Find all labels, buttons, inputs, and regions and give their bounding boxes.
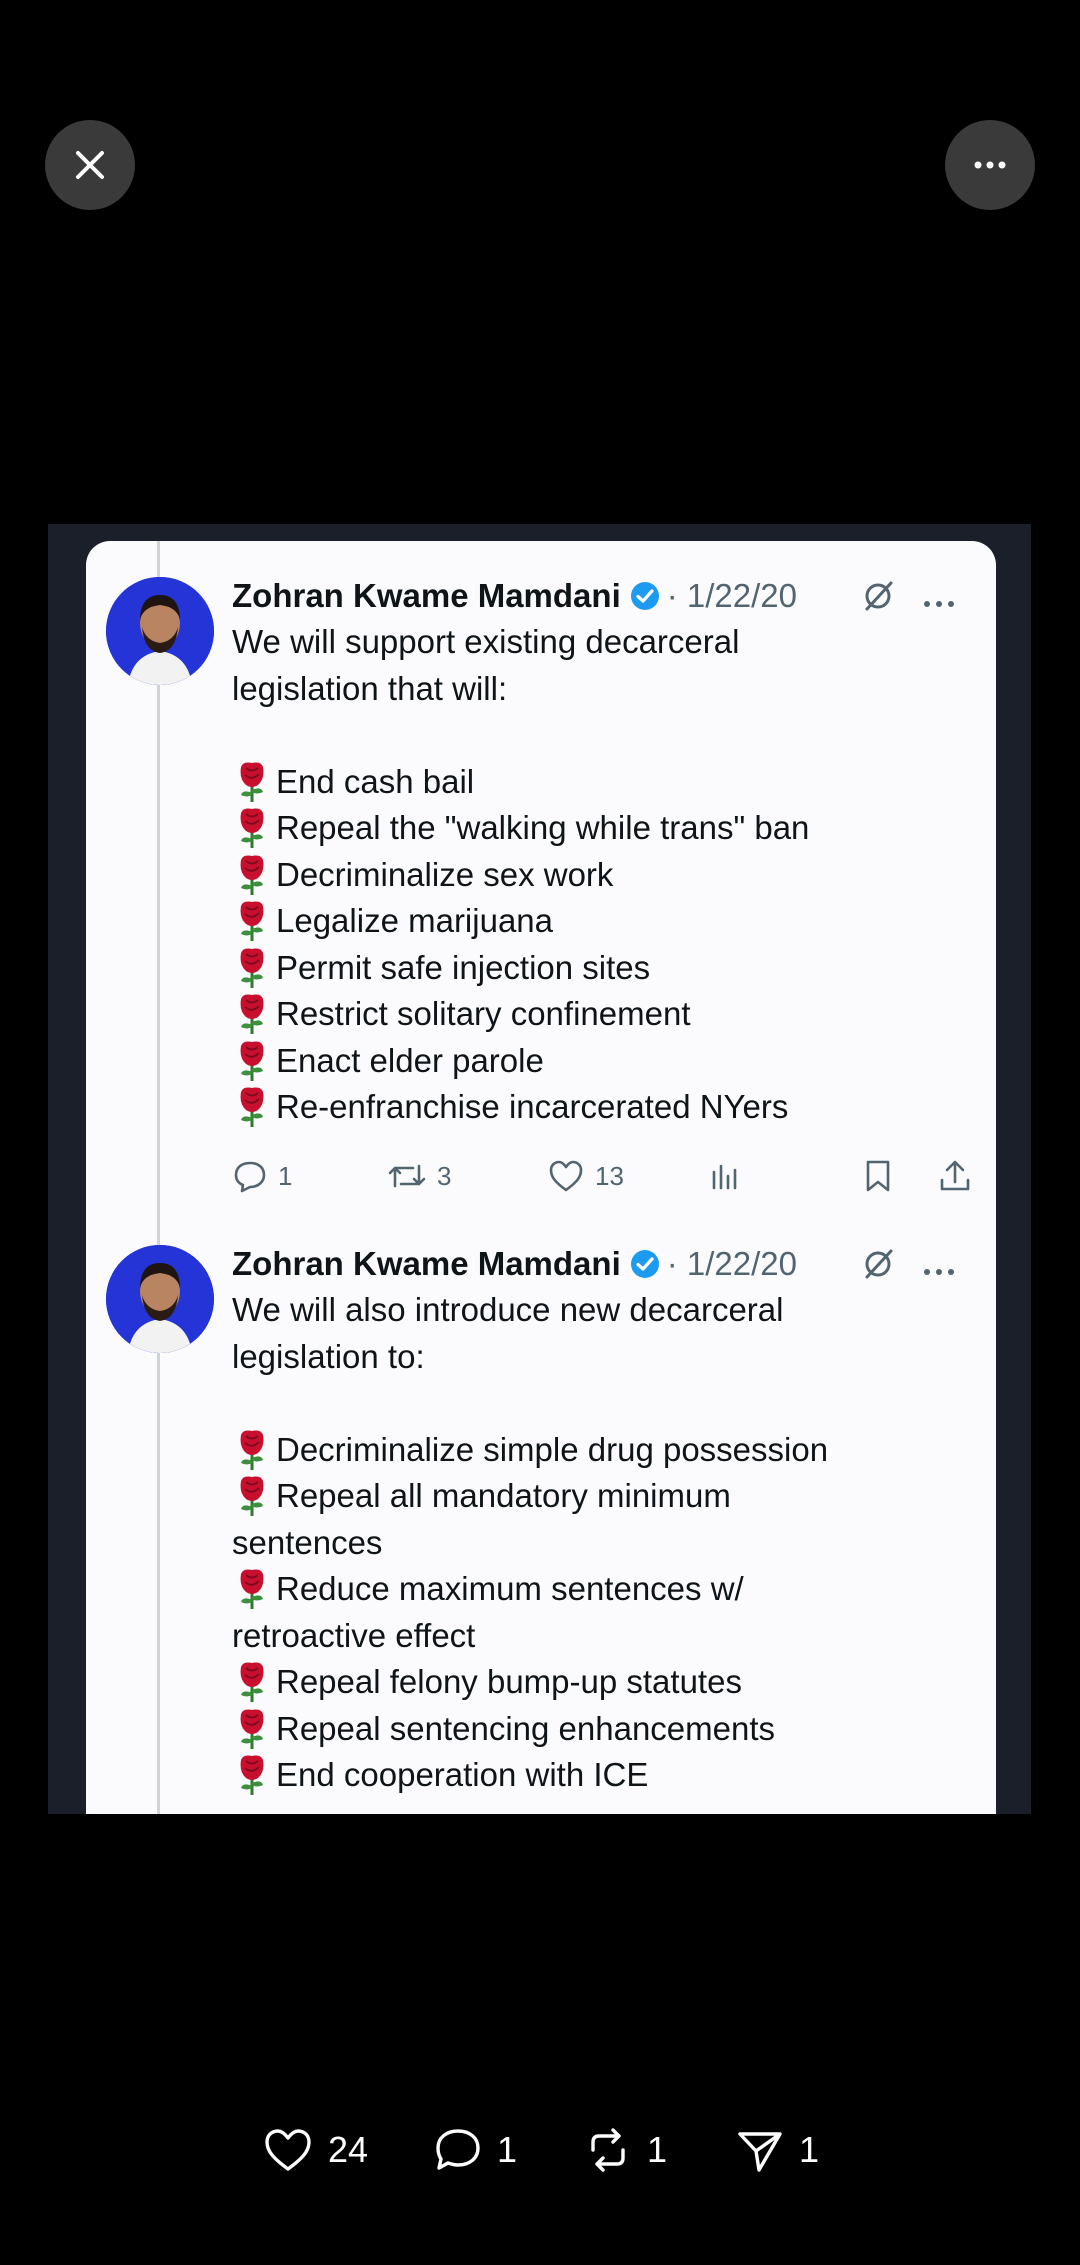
bookmark-button[interactable] <box>862 1151 894 1201</box>
list-item: Repeal the "walking while trans" ban <box>232 805 972 852</box>
tweet-text-line: We will also introduce new decarceral <box>232 1291 784 1328</box>
reply-button[interactable]: 1 <box>232 1151 292 1201</box>
rose-emoji-icon <box>232 1038 276 1084</box>
comment-button[interactable]: 1 <box>433 2115 517 2185</box>
avatar <box>106 1245 214 1353</box>
tweet-thread-card: Zohran Kwame Mamdani · 1/22/20 We will s… <box>86 541 996 1814</box>
repost-icon <box>591 2128 625 2172</box>
list-item: Repeal felony bump-up statutes <box>232 1659 972 1706</box>
analytics-icon <box>712 1164 737 1190</box>
list-item: Legalize marijuana <box>232 898 972 945</box>
list-item: Decriminalize simple drug possession <box>232 1427 972 1474</box>
more-options-button[interactable] <box>945 120 1035 210</box>
rose-emoji-icon <box>232 852 276 898</box>
list-item: Decriminalize sex work <box>232 852 972 899</box>
retweet-count: 3 <box>437 1160 452 1191</box>
share-button[interactable] <box>937 1151 973 1201</box>
tweet-actions: 1 3 13 <box>232 1151 992 1201</box>
rose-emoji-icon <box>232 1427 276 1473</box>
list-item-continuation: retroactive effect <box>232 1616 476 1654</box>
list-item: Restrict solitary confinement <box>232 991 972 1038</box>
author-name[interactable]: Zohran Kwame Mamdani <box>232 1245 621 1283</box>
tweet-text-line: legislation to: <box>232 1337 425 1375</box>
repost-count: 1 <box>647 2129 668 2170</box>
rose-emoji-icon <box>232 1659 276 1705</box>
list-item: End cooperation with ICE <box>232 1752 972 1799</box>
like-count: 24 <box>328 2129 369 2170</box>
post-image[interactable]: Zohran Kwame Mamdani · 1/22/20 We will s… <box>48 524 1031 1814</box>
share-count: 1 <box>799 2129 820 2170</box>
tweet-text: We will also introduce new decarceral le… <box>232 1287 972 1799</box>
rose-emoji-icon <box>232 991 276 1037</box>
reply-icon <box>234 1161 266 1193</box>
list-item: Re-enfranchise incarcerated NYers <box>232 1084 972 1131</box>
rose-emoji-icon <box>232 1473 276 1519</box>
tweet-date[interactable]: · 1/22/20 <box>667 1245 797 1283</box>
close-button[interactable] <box>45 120 135 210</box>
tweet-header: Zohran Kwame Mamdani · 1/22/20 <box>232 571 976 621</box>
tweet-text: We will support existing decarceral legi… <box>232 619 972 1131</box>
share-icon <box>940 1160 970 1191</box>
tweet-date[interactable]: · 1/22/20 <box>667 577 797 615</box>
rose-emoji-icon <box>232 759 276 805</box>
comment-count: 1 <box>497 2129 518 2170</box>
author-name[interactable]: Zohran Kwame Mamdani <box>232 577 621 615</box>
repost-button[interactable]: 1 <box>583 2115 667 2185</box>
tweet-more-icon[interactable] <box>922 579 956 617</box>
retweet-icon <box>388 1164 426 1188</box>
retweet-button[interactable]: 3 <box>387 1151 451 1201</box>
avatar <box>106 577 214 685</box>
list-item: Enact elder parole <box>232 1038 972 1085</box>
share-button[interactable]: 1 <box>735 2115 819 2185</box>
list-item: Repeal all mandatory minimum <box>232 1473 972 1520</box>
tweet-more-icon[interactable] <box>922 1247 956 1285</box>
rose-emoji-icon <box>232 1084 276 1130</box>
like-count: 13 <box>595 1160 624 1191</box>
heart-icon <box>265 2129 311 2171</box>
tweet-text-line: legislation that will: <box>232 669 508 707</box>
grok-icon[interactable] <box>862 1247 896 1289</box>
grok-icon[interactable] <box>862 579 896 621</box>
views-button[interactable] <box>707 1151 743 1201</box>
verified-badge-icon <box>629 580 661 612</box>
reply-count: 1 <box>278 1160 293 1191</box>
bookmark-icon <box>866 1160 890 1192</box>
like-button[interactable]: 24 <box>262 2115 368 2185</box>
close-icon <box>76 151 104 179</box>
rose-emoji-icon <box>232 1752 276 1798</box>
send-icon <box>738 2132 782 2172</box>
rose-emoji-icon <box>232 1566 276 1612</box>
list-item: Reduce maximum sentences w/ <box>232 1566 972 1613</box>
heart-icon <box>549 1160 583 1192</box>
comment-icon <box>436 2129 480 2170</box>
like-button[interactable]: 13 <box>547 1151 624 1201</box>
list-item: Permit safe injection sites <box>232 945 972 992</box>
tweet-text-line: We will support existing decarceral <box>232 623 740 660</box>
rose-emoji-icon <box>232 1706 276 1752</box>
rose-emoji-icon <box>232 945 276 991</box>
thread-line <box>157 541 160 1814</box>
verified-badge-icon <box>629 1248 661 1280</box>
rose-emoji-icon <box>232 805 276 851</box>
tweet-header: Zohran Kwame Mamdani · 1/22/20 <box>232 1239 976 1289</box>
rose-emoji-icon <box>232 898 276 944</box>
list-item: End cash bail <box>232 759 972 806</box>
list-item: Repeal sentencing enhancements <box>232 1706 972 1753</box>
more-horizontal-icon <box>974 161 1006 169</box>
list-item-continuation: sentences <box>232 1523 383 1561</box>
engagement-bar: 24 1 1 1 <box>0 2115 1080 2185</box>
